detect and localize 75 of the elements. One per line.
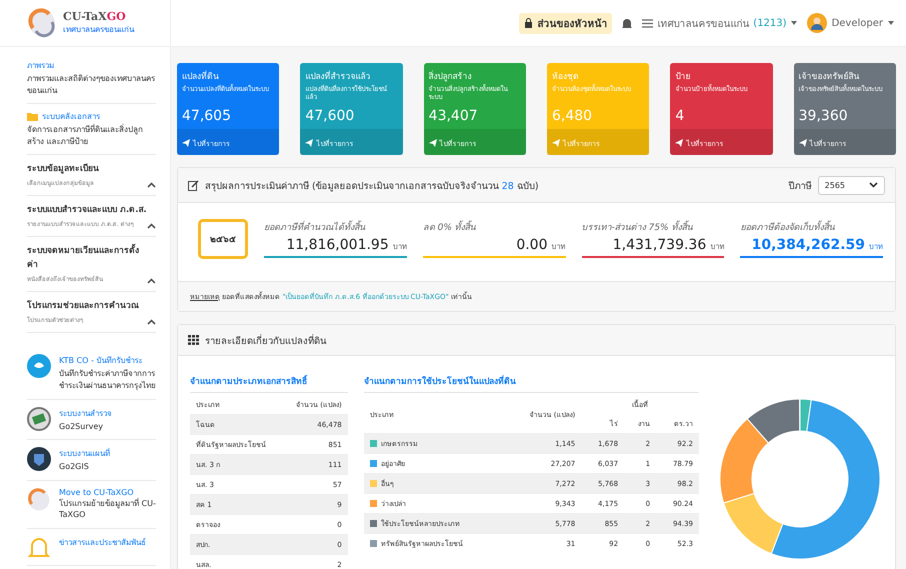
send-icon (675, 139, 684, 147)
table-title: จำแนกตามประเภทเอกสารสิทธิ์ (190, 374, 348, 393)
app-link[interactable]: ระบบงานสำรวจ (59, 406, 112, 420)
send-icon (428, 139, 437, 147)
card-title: เจ้าของทรัพย์สิน (798, 70, 861, 83)
year-folder-icon: ๒๕๖๕ (198, 219, 248, 259)
map-app-icon (27, 447, 51, 472)
caret-down-icon (888, 21, 894, 25)
user-menu[interactable]: Developer (806, 13, 894, 33)
card-value: 47,605 (182, 108, 232, 124)
card-value: 43,407 (428, 108, 479, 124)
avatar-icon (806, 13, 827, 33)
menu-section-title[interactable]: ระบบแบบสำรวจและแบบ ภ.ด.ส. (27, 202, 147, 216)
send-icon (182, 139, 190, 147)
organization-menu[interactable]: เทศบาลนครขอนแก่น (1213) (642, 16, 797, 30)
app-description: โปรแกรมย้ายข้อมูลมาที่ CU-TaXGO (59, 498, 156, 521)
figure-value: 0.00 (516, 237, 548, 253)
folder-icon (27, 112, 38, 122)
card-title: สิ่งปลูกสร้าง (428, 69, 473, 83)
menu-link[interactable]: ภาพรวม (27, 59, 54, 72)
year-label: ปีภาษี (788, 180, 812, 192)
panel-title: สรุปผลการประเมินค่าภาษี (ข้อมูลยอดประเมินจากเอกสารฉบับจริงจำนวน 28 ฉบับ) (205, 180, 539, 192)
figure-label: บรรเทา-ส่วนต่าง 75% ทั้งสิ้น (582, 220, 724, 234)
card-value: 6,480 (552, 108, 594, 124)
send-icon (552, 139, 560, 147)
menu-link[interactable]: ระบบคลังเอกสาร (42, 110, 100, 124)
role-badge[interactable]: ส่วนของหัวหน้า (519, 12, 612, 34)
chevron-down-icon (869, 182, 878, 188)
send-icon (305, 139, 314, 147)
app-link[interactable]: ระบบงานแผนที่ (59, 447, 110, 460)
chevron-up-icon[interactable] (147, 319, 156, 326)
bell-icon[interactable] (622, 18, 632, 28)
card-value: 4 (675, 108, 686, 124)
menu-icon (642, 18, 654, 28)
edit-icon (188, 180, 199, 190)
card-title: ห้องชุด (552, 71, 580, 83)
grid-icon (188, 335, 199, 345)
app-link[interactable]: Move to CU-TaXGO (59, 488, 156, 497)
logo-icon (27, 488, 51, 512)
caret-down-icon (790, 21, 797, 25)
card-value: 47,600 (305, 108, 356, 124)
lock-icon (524, 18, 534, 28)
app-subtitle: เทศบาลนครขอนแก่น (63, 24, 134, 36)
send-icon (798, 139, 807, 147)
app-description: Go2GIS (59, 461, 90, 473)
figure-label: ลด 0% ทั้งสิ้น (422, 220, 566, 234)
app-link[interactable]: ข่าวสารและประชาสัมพันธ์ (59, 536, 146, 549)
card-title: ป้าย (675, 71, 692, 83)
figure-label: ยอดภาษีที่คำนวณได้ทั้งสิ้น (264, 220, 407, 234)
app-link[interactable]: KTB CO - บันทึกรับชำระ (59, 354, 156, 368)
chevron-up-icon[interactable] (147, 223, 156, 230)
figure-value: 10,384,262.59 (752, 237, 865, 253)
app-title: CU-TaXGO (63, 10, 127, 22)
menu-description: ภาพรวมและสถิติต่างๆของเทศบาลนครขอนแก่น (27, 73, 156, 96)
menu-description: จัดการเอกสารภาษีที่ดินและสิ่งปลูกสร้าง และภาษีป้าย (27, 124, 144, 148)
menu-section-title[interactable]: ระบบข้อมูลทะเบียน (27, 161, 99, 176)
card-title: แปลงที่สำรวจแล้ว (305, 69, 372, 83)
card-title: แปลงที่ดิน (182, 69, 220, 83)
bank-logo-icon (27, 354, 51, 378)
figure-value: 1,431,739.36 (612, 237, 706, 253)
table-title: จำแนกตามการใช้ประโยชน์ในแปลงที่ดิน (364, 374, 699, 393)
app-description: Go2Survey (59, 420, 104, 432)
bell-icon (27, 536, 51, 558)
logo-icon (27, 8, 57, 38)
menu-section-title[interactable]: โปรแกรมช่วยและการคำนวณ (27, 298, 139, 312)
menu-section-title[interactable]: ระบบจดหมายเวียนและการตั้งค่า (27, 243, 148, 272)
panel-title: รายละเอียดเกี่ยวกับแปลงที่ดิน (205, 333, 326, 348)
card-value: 39,360 (798, 108, 849, 124)
chevron-up-icon[interactable] (147, 182, 156, 188)
chevron-up-icon[interactable] (147, 278, 156, 284)
figure-value: 11,816,001.95 (286, 237, 389, 253)
app-description: บันทึกรับชำระค่าภาษีจากการชำระเงินผ่านธนาคารกรุงไทย (59, 368, 156, 392)
survey-app-icon (27, 406, 51, 431)
year-select[interactable]: 2565 (818, 176, 885, 194)
figure-label: ยอดภาษีต้องจัดเก็บทั้งสิ้น (740, 220, 883, 234)
